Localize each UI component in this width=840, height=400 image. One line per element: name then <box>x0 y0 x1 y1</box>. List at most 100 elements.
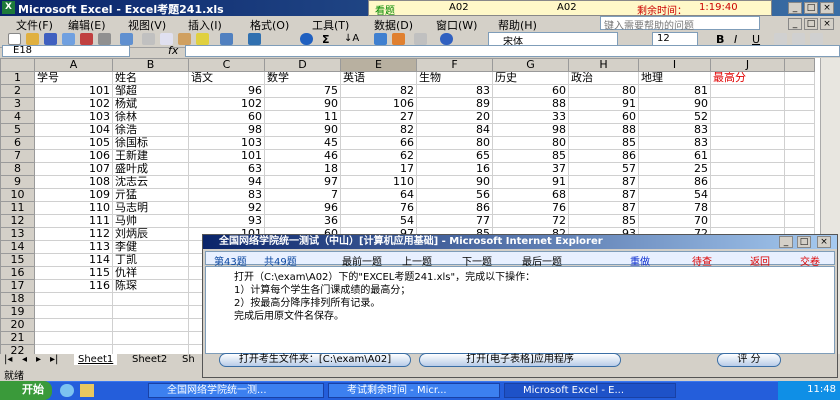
cell[interactable] <box>784 110 815 124</box>
cell[interactable] <box>710 110 785 124</box>
cell[interactable]: 姓名 <box>112 71 189 85</box>
cell[interactable]: 最高分 <box>710 71 785 85</box>
cell[interactable] <box>34 344 113 354</box>
row-header[interactable]: 17 <box>0 279 35 293</box>
cell[interactable]: 生物 <box>416 71 493 85</box>
cell[interactable]: 86 <box>568 149 639 163</box>
cell[interactable]: 85 <box>492 149 569 163</box>
cell[interactable]: 17 <box>340 162 417 176</box>
open-icon[interactable] <box>26 33 39 45</box>
cell[interactable] <box>784 214 815 228</box>
row-header[interactable]: 12 <box>0 214 35 228</box>
cell[interactable]: 98 <box>188 123 265 137</box>
row-header[interactable]: 16 <box>0 266 35 280</box>
col-header-e[interactable]: E <box>340 58 417 72</box>
cell[interactable]: 87 <box>568 188 639 202</box>
select-all-corner[interactable] <box>0 58 35 72</box>
cell[interactable] <box>710 123 785 137</box>
cell[interactable] <box>112 305 189 319</box>
cell[interactable] <box>784 175 815 189</box>
font-name-select[interactable]: 宋体 <box>488 32 618 48</box>
cell[interactable]: 94 <box>188 175 265 189</box>
minimize-icon[interactable]: _ <box>788 2 802 14</box>
cell[interactable] <box>112 318 189 332</box>
row-header[interactable]: 13 <box>0 227 35 241</box>
dialog-minimize-icon[interactable]: _ <box>779 236 793 248</box>
taskbar-item-excel[interactable]: Microsoft Excel - E... <box>504 383 676 398</box>
cell[interactable]: 96 <box>264 201 341 215</box>
open-folder-button[interactable]: 打开考生文件夹：[C:\exam\A02] <box>219 353 411 367</box>
cell[interactable]: 72 <box>492 214 569 228</box>
cell[interactable]: 91 <box>492 175 569 189</box>
grade-button[interactable]: 评 分 <box>717 353 781 367</box>
col-header-j[interactable]: J <box>710 58 785 72</box>
cell[interactable]: 66 <box>340 136 417 150</box>
cell[interactable]: 82 <box>340 84 417 98</box>
underline-button[interactable]: U <box>752 33 765 46</box>
row-header[interactable]: 1 <box>0 71 35 85</box>
cell[interactable]: 16 <box>416 162 493 176</box>
cell[interactable]: 90 <box>416 175 493 189</box>
row-header[interactable]: 3 <box>0 97 35 111</box>
sheet-tab-1[interactable]: Sheet1 <box>74 354 118 365</box>
row-header[interactable]: 18 <box>0 292 35 306</box>
cell[interactable]: 103 <box>188 136 265 150</box>
cell[interactable]: 11 <box>264 110 341 124</box>
help-icon[interactable] <box>440 33 453 45</box>
cell[interactable]: 114 <box>34 253 113 267</box>
cell[interactable] <box>34 318 113 332</box>
row-header[interactable]: 20 <box>0 318 35 332</box>
cell[interactable]: 86 <box>638 175 711 189</box>
cell[interactable]: 86 <box>416 201 493 215</box>
undo-icon[interactable] <box>220 33 233 45</box>
row-header[interactable]: 15 <box>0 253 35 267</box>
cell[interactable]: 112 <box>34 227 113 241</box>
fx-icon[interactable]: fx <box>168 44 178 57</box>
cell[interactable] <box>784 162 815 176</box>
cell[interactable] <box>710 136 785 150</box>
spelling-icon[interactable] <box>120 33 133 45</box>
cell[interactable]: 81 <box>638 84 711 98</box>
italic-button[interactable]: I <box>734 33 747 46</box>
cell[interactable]: 65 <box>416 149 493 163</box>
name-box[interactable]: E18 <box>2 45 130 57</box>
cell[interactable]: 马志明 <box>112 201 189 215</box>
cell[interactable]: 104 <box>34 123 113 137</box>
open-spreadsheet-app-button[interactable]: 打开[电子表格]应用程序 <box>419 353 621 367</box>
cell[interactable]: 106 <box>340 97 417 111</box>
help-search-input[interactable]: 键入需要帮助的问题 <box>600 16 760 32</box>
cell[interactable]: 62 <box>340 149 417 163</box>
cell[interactable]: 107 <box>34 162 113 176</box>
cell[interactable] <box>784 136 815 150</box>
cell[interactable]: 马帅 <box>112 214 189 228</box>
row-header[interactable]: 8 <box>0 162 35 176</box>
cell[interactable]: 84 <box>416 123 493 137</box>
cell[interactable]: 87 <box>568 201 639 215</box>
cell[interactable]: 88 <box>492 97 569 111</box>
align-left-icon[interactable] <box>774 33 787 45</box>
cell[interactable]: 83 <box>638 123 711 137</box>
cell[interactable]: 93 <box>188 214 265 228</box>
row-header[interactable]: 7 <box>0 149 35 163</box>
cell[interactable]: 徐林 <box>112 110 189 124</box>
cell[interactable]: 80 <box>492 136 569 150</box>
dialog-close-icon[interactable]: × <box>817 236 831 248</box>
cell[interactable]: 96 <box>188 84 265 98</box>
cell[interactable]: 90 <box>264 97 341 111</box>
cell[interactable]: 20 <box>416 110 493 124</box>
row-header[interactable]: 5 <box>0 123 35 137</box>
cell[interactable]: 语文 <box>188 71 265 85</box>
cell[interactable]: 李健 <box>112 240 189 254</box>
drawing-icon[interactable] <box>392 33 405 45</box>
cell[interactable] <box>710 149 785 163</box>
cell[interactable] <box>710 162 785 176</box>
cell[interactable]: 115 <box>34 266 113 280</box>
cell[interactable] <box>784 71 815 85</box>
cell[interactable]: 丁凯 <box>112 253 189 267</box>
cell[interactable]: 113 <box>34 240 113 254</box>
cell[interactable]: 116 <box>34 279 113 293</box>
cell[interactable]: 政治 <box>568 71 639 85</box>
font-size-select[interactable]: 12 <box>652 32 698 46</box>
cell[interactable] <box>710 214 785 228</box>
cell[interactable]: 56 <box>416 188 493 202</box>
